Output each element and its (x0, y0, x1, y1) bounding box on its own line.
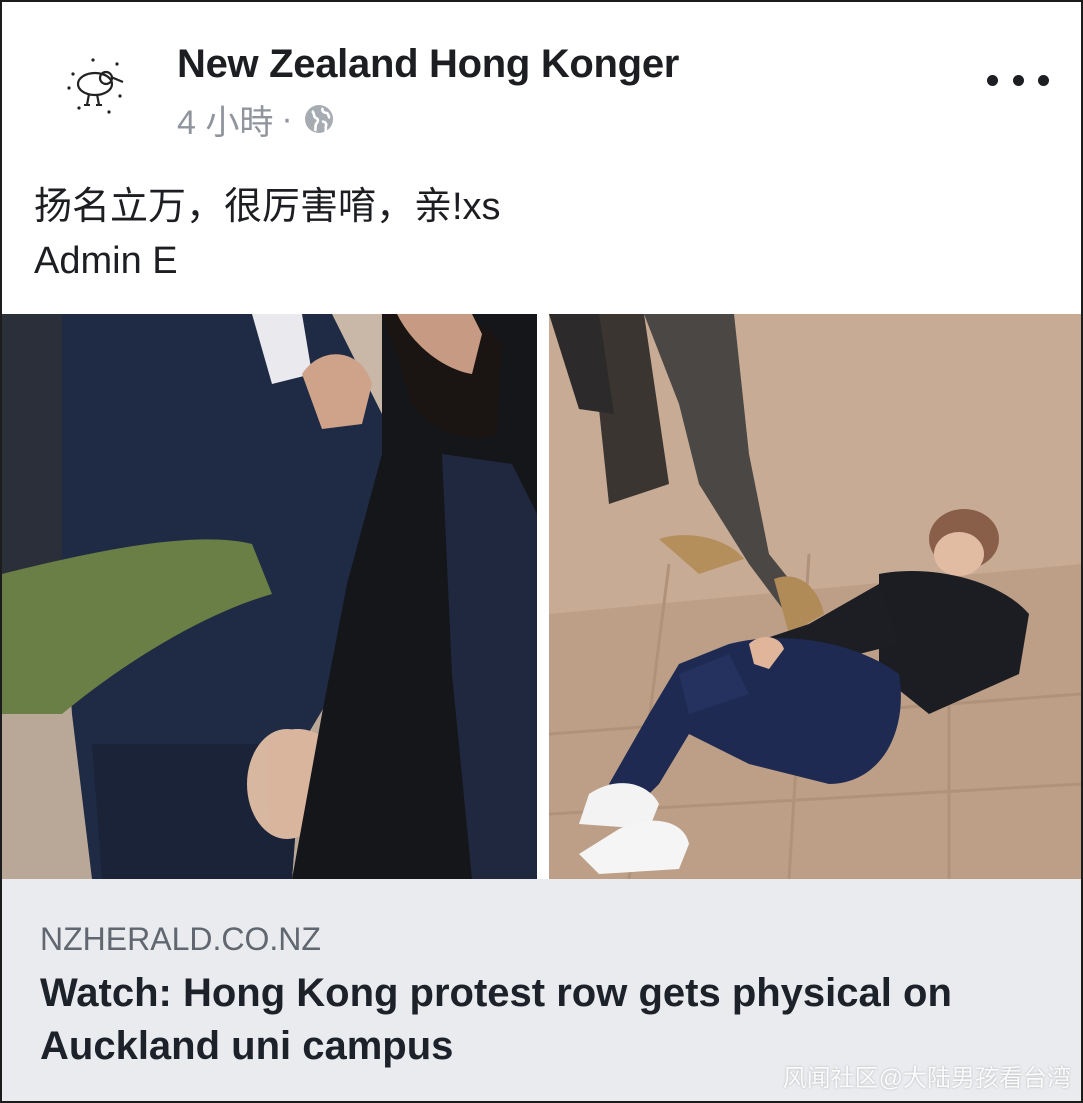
link-preview-card[interactable]: NZHERALD.CO.NZ Watch: Hong Kong protest … (2, 879, 1081, 1101)
more-dot (987, 74, 998, 86)
post-image[interactable] (2, 314, 1081, 879)
kiwi-bird-icon (67, 58, 124, 114)
post-message: 扬名立万，很厉害唷，亲!xs Admin E (34, 180, 501, 288)
meta-separator: · (281, 99, 293, 138)
photo-left-scuffle[interactable] (2, 314, 537, 879)
more-dot (1012, 74, 1024, 86)
page-name-link[interactable]: New Zealand Hong Konger (177, 42, 679, 87)
link-domain: NZHERALD.CO.NZ (40, 921, 321, 957)
facebook-post: New Zealand Hong Konger 4 小時 · 扬名立万，很厉害唷… (0, 0, 1083, 1103)
photo-right-woman-on-ground[interactable] (549, 314, 1081, 879)
globe-icon (304, 105, 333, 133)
watermark-text: 风闻社区@大陆男孩看台湾 (782, 1065, 1071, 1092)
more-dot (1038, 74, 1049, 86)
more-options-button[interactable] (987, 62, 1049, 98)
post-message-line: 扬名立万，很厉害唷，亲!xs (34, 186, 501, 228)
post-header: New Zealand Hong Konger 4 小時 · (2, 2, 1081, 152)
page-avatar[interactable] (57, 50, 129, 122)
post-timestamp[interactable]: 4 小時 (177, 95, 273, 144)
post-meta: 4 小時 · (177, 99, 335, 142)
post-signature: Admin E (34, 240, 178, 282)
